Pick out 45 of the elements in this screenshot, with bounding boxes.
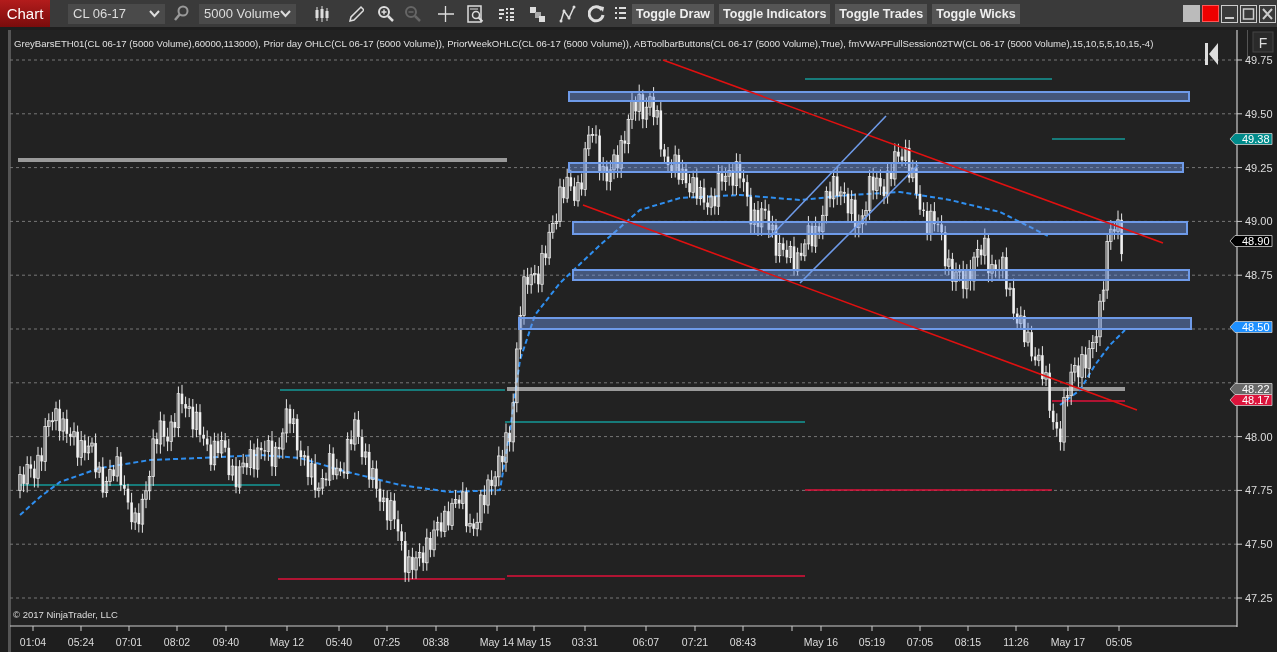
copyright-text: © 2017 NinjaTrader, LLC [13, 609, 118, 620]
side-button[interactable]: F [1252, 31, 1274, 53]
time-label: 06:07 [632, 636, 660, 648]
price-label: 49.25 [1245, 161, 1273, 174]
instrument-dropdown[interactable]: CL 06-17 [68, 3, 165, 24]
price-label: 48.75 [1245, 269, 1273, 282]
price-label: 49.50 [1245, 107, 1273, 120]
price-marker: 48.17 [1229, 394, 1273, 406]
time-label: 07:01 [115, 636, 143, 648]
price-marker: 49.38 [1229, 133, 1273, 145]
time-label: 08:15 [954, 636, 982, 648]
time-label: 05:05 [1105, 636, 1133, 648]
indicator-list: GreyBarsETH01(CL 06-17 (5000 Volume),60000,113000), Prior day OHLC(CL 06-17 (5000 Volume)), PriorWeekOHLC(CL 06-17 (5000 Volume)), ABToolbarButtons(CL 06-17 (5000 Volume),True), fmVWAPFullSession02TW(CL 06-17 (5000 Volume),15,10,5,5,10,15,-4) [14, 38, 1154, 49]
time-label: May 14 [479, 636, 515, 648]
price-marker: 48.90 [1229, 235, 1273, 247]
price-label: 47.50 [1245, 538, 1273, 551]
price-label: 49.75 [1245, 54, 1273, 66]
price-marker: 48.50 [1229, 321, 1273, 333]
interval-dropdown[interactable]: 5000 Volume [199, 3, 296, 24]
time-label: May 17 [1050, 636, 1086, 648]
toggle-button[interactable]: Toggle Draw [632, 3, 715, 24]
time-label: 01:04 [19, 636, 47, 648]
time-label: 05:19 [858, 636, 886, 648]
time-label: 07:05 [906, 636, 934, 648]
time-label: 05:40 [325, 636, 353, 648]
price-label: 47.75 [1245, 484, 1273, 497]
time-label: May 15 [516, 636, 552, 648]
time-label: 09:40 [212, 636, 240, 648]
toggle-button[interactable]: Toggle Wicks [932, 3, 1020, 24]
price-label: 49.00 [1245, 215, 1273, 228]
time-label: 11:26 [1003, 636, 1029, 648]
time-label: May 16 [803, 636, 839, 648]
time-label: 07:21 [681, 636, 709, 648]
time-label: 07:25 [373, 636, 401, 648]
time-label: 03:31 [571, 636, 599, 648]
chart-button[interactable]: Chart [0, 0, 50, 27]
time-label: May 12 [269, 636, 305, 648]
toggle-button[interactable]: Toggle Indicators [719, 3, 831, 24]
price-label: 47.25 [1245, 592, 1273, 604]
toggle-button[interactable]: Toggle Trades [835, 3, 928, 24]
time-label: 08:02 [163, 636, 191, 648]
time-label: 05:24 [67, 636, 95, 648]
price-label: 48.00 [1245, 430, 1273, 443]
time-label: 08:38 [422, 636, 450, 648]
time-label: 08:43 [729, 636, 757, 648]
